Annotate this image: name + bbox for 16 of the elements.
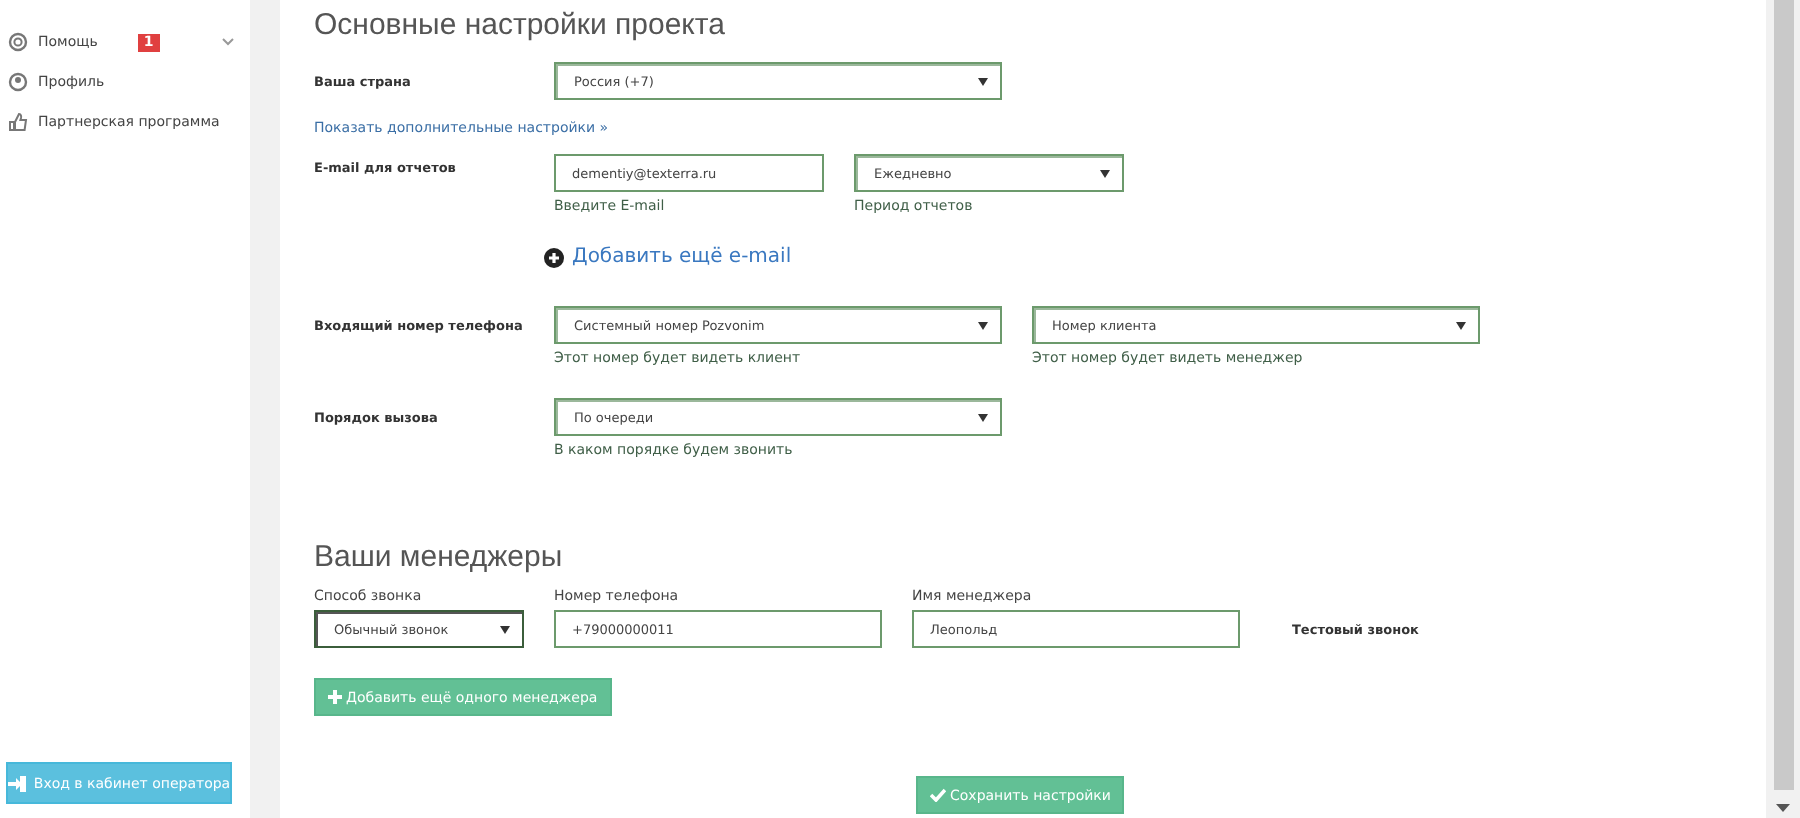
- sign-in-icon: [7, 775, 26, 791]
- section-title: Ваши менеджеры: [314, 540, 565, 576]
- scrollbar-thumb[interactable]: [1774, 0, 1794, 790]
- checkmark-icon: [930, 788, 946, 802]
- plus-circle-icon: [544, 247, 564, 267]
- dropdown-caret-icon: [1100, 169, 1110, 177]
- dropdown-caret-icon: [978, 413, 988, 421]
- dropdown-caret-icon: [978, 321, 988, 329]
- dropdown-caret-icon: [500, 625, 510, 633]
- add-email-link[interactable]: Добавить ещё e-mail: [544, 246, 1766, 268]
- dropdown-caret-icon: [978, 77, 988, 85]
- section-title: Основные настройки проекта: [314, 8, 727, 44]
- dropdown-caret-icon: [1456, 321, 1466, 329]
- plus-icon: [328, 690, 342, 704]
- thumbs-up-icon: [8, 112, 28, 132]
- scroll-down-arrow-icon: [1776, 804, 1790, 812]
